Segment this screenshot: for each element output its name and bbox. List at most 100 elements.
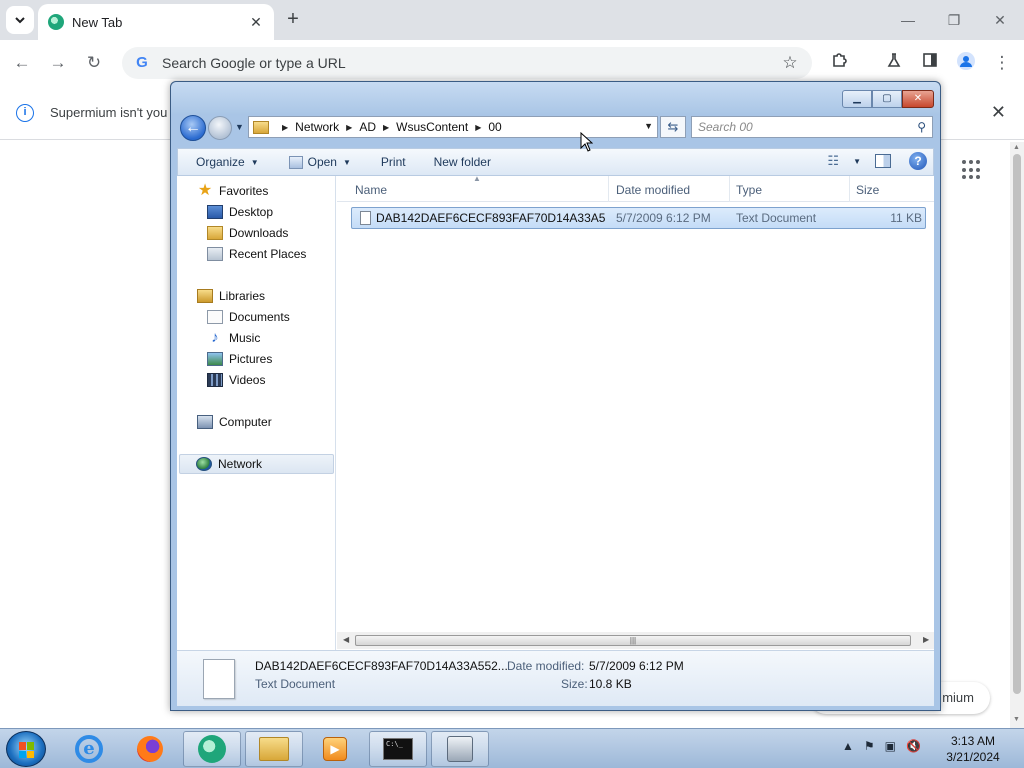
taskbar-program[interactable] bbox=[431, 731, 489, 767]
tab-search-button[interactable] bbox=[6, 6, 34, 34]
omnibox[interactable]: G ☆ bbox=[122, 47, 812, 79]
column-type[interactable]: Type bbox=[730, 176, 850, 202]
back-arrow-icon[interactable]: ← bbox=[10, 51, 34, 75]
nav-label: Libraries bbox=[219, 289, 266, 303]
refresh-icon[interactable]: ⇆ bbox=[660, 116, 686, 138]
nav-network[interactable]: Network bbox=[179, 454, 334, 474]
taskbar: e ▶ C:\_ ▲ ⚑ ▣ 🔇 3:13 AM 3/21/2024 bbox=[0, 728, 1024, 768]
taskbar-firefox[interactable] bbox=[121, 731, 179, 767]
documents-icon bbox=[207, 310, 223, 324]
tab-close-icon[interactable]: ✕ bbox=[248, 14, 264, 30]
taskbar-cmd[interactable]: C:\_ bbox=[369, 731, 427, 767]
star-icon[interactable]: ☆ bbox=[780, 53, 800, 73]
reload-icon[interactable]: ↻ bbox=[82, 51, 106, 75]
show-hidden-icons-icon[interactable]: ▲ bbox=[842, 739, 854, 753]
nav-documents[interactable]: Documents bbox=[207, 307, 290, 327]
column-size[interactable]: Size bbox=[850, 176, 930, 202]
info-icon: i bbox=[16, 103, 34, 122]
computer-icon bbox=[197, 415, 213, 429]
taskbar-explorer[interactable] bbox=[245, 731, 303, 767]
apps-grid-icon[interactable] bbox=[962, 160, 982, 180]
program-icon bbox=[447, 736, 473, 762]
nav-pictures[interactable]: Pictures bbox=[207, 349, 272, 369]
taskbar-media-player[interactable]: ▶ bbox=[306, 731, 364, 767]
print-button[interactable]: Print bbox=[381, 155, 406, 169]
help-icon[interactable]: ? bbox=[909, 152, 927, 170]
kebab-menu-icon[interactable]: ⋮ bbox=[990, 51, 1014, 75]
explorer-minimize-button[interactable]: ▁ bbox=[842, 90, 872, 108]
explorer-search-box[interactable]: ⚲ bbox=[691, 116, 933, 138]
horizontal-scrollbar-thumb[interactable]: ||| bbox=[355, 635, 911, 646]
taskbar-ie[interactable]: e bbox=[60, 731, 118, 767]
breadcrumb-network[interactable]: Network bbox=[295, 120, 339, 134]
taskbar-supermium[interactable] bbox=[183, 731, 241, 767]
forward-arrow-icon[interactable] bbox=[208, 116, 232, 140]
explorer-maximize-button[interactable]: ▢ bbox=[872, 90, 902, 108]
details-date-value: 5/7/2009 6:12 PM bbox=[589, 659, 684, 673]
chevron-right-icon[interactable]: ▶ bbox=[282, 123, 288, 132]
volume-muted-icon[interactable]: 🔇 bbox=[906, 739, 921, 753]
new-tab-button[interactable]: + bbox=[282, 9, 304, 31]
media-player-icon: ▶ bbox=[323, 737, 347, 761]
window-close-icon[interactable]: ✕ bbox=[988, 8, 1012, 32]
folder-icon bbox=[259, 737, 289, 761]
preview-pane-icon[interactable] bbox=[875, 154, 891, 168]
search-icon[interactable]: ⚲ bbox=[917, 120, 926, 134]
action-center-flag-icon[interactable]: ⚑ bbox=[864, 739, 875, 753]
open-button[interactable]: Open ▼ bbox=[288, 155, 351, 169]
column-name[interactable]: Name bbox=[349, 176, 609, 202]
omnibox-input[interactable] bbox=[162, 55, 780, 71]
recent-places-icon bbox=[207, 247, 223, 261]
profile-icon[interactable] bbox=[954, 51, 978, 75]
chevron-right-icon[interactable]: ▶ bbox=[475, 123, 481, 132]
window-restore-icon[interactable]: ❐ bbox=[942, 8, 966, 32]
network-tray-icon[interactable]: ▣ bbox=[885, 739, 896, 753]
explorer-search-input[interactable] bbox=[698, 120, 918, 134]
breadcrumb-00[interactable]: 00 bbox=[488, 120, 501, 134]
organize-button[interactable]: Organize ▼ bbox=[196, 155, 259, 169]
navigation-pane: ★ Favorites Desktop Downloads Recent Pla… bbox=[177, 176, 336, 650]
internet-explorer-icon: e bbox=[75, 735, 103, 763]
nav-downloads[interactable]: Downloads bbox=[207, 223, 288, 243]
explorer-close-button[interactable]: ✕ bbox=[902, 90, 934, 108]
page-scrollbar[interactable]: ▲ ▼ bbox=[1010, 142, 1024, 728]
nav-recent-places[interactable]: Recent Places bbox=[207, 244, 306, 264]
column-date-modified[interactable]: Date modified bbox=[610, 176, 730, 202]
change-view-icon[interactable]: ☷ bbox=[827, 153, 839, 169]
horizontal-scrollbar[interactable]: ◀ ||| ▶ bbox=[337, 632, 934, 649]
file-row[interactable]: DAB142DAEF6CECF893FAF70D14A33A55... 5/7/… bbox=[351, 207, 926, 229]
nav-music[interactable]: ♪ Music bbox=[207, 328, 260, 348]
nav-desktop[interactable]: Desktop bbox=[207, 202, 273, 222]
side-panel-icon[interactable] bbox=[918, 51, 942, 75]
forward-arrow-icon[interactable]: → bbox=[46, 51, 70, 75]
open-icon bbox=[288, 155, 303, 169]
browser-toolbar: ← → ↻ G ☆ ⋮ bbox=[0, 40, 1024, 86]
nav-computer[interactable]: Computer bbox=[197, 412, 272, 432]
recent-pages-dropdown-icon[interactable]: ▼ bbox=[235, 122, 244, 132]
address-dropdown-icon[interactable]: ▼ bbox=[644, 121, 653, 131]
new-folder-button[interactable]: New folder bbox=[434, 155, 491, 169]
puzzle-icon[interactable] bbox=[828, 51, 852, 75]
scroll-left-icon[interactable]: ◀ bbox=[343, 635, 349, 644]
star-icon: ★ bbox=[197, 182, 213, 199]
chevron-right-icon[interactable]: ▶ bbox=[346, 123, 352, 132]
nav-libraries[interactable]: Libraries bbox=[197, 286, 265, 306]
chevron-right-icon[interactable]: ▶ bbox=[383, 123, 389, 132]
details-size-value: 10.8 KB bbox=[589, 677, 632, 691]
breadcrumb-wsuscontent[interactable]: WsusContent bbox=[396, 120, 468, 134]
view-options-dropdown-icon[interactable]: ▼ bbox=[847, 157, 861, 166]
breadcrumb-ad[interactable]: AD bbox=[359, 120, 376, 134]
flask-icon[interactable] bbox=[882, 51, 906, 75]
tab-new-tab[interactable]: New Tab ✕ bbox=[38, 4, 274, 40]
page-scrollbar-thumb[interactable] bbox=[1013, 154, 1021, 694]
window-minimize-icon[interactable]: — bbox=[896, 8, 920, 32]
scroll-right-icon[interactable]: ▶ bbox=[923, 635, 929, 644]
address-bar[interactable]: ▶ Network ▶ AD ▶ WsusContent ▶ 00 ▼ bbox=[248, 116, 658, 138]
nav-favorites[interactable]: ★ Favorites bbox=[197, 181, 269, 201]
taskbar-clock[interactable]: 3:13 AM 3/21/2024 bbox=[940, 733, 1006, 765]
start-button[interactable] bbox=[6, 731, 46, 767]
infobar-close-icon[interactable]: ✕ bbox=[991, 102, 1006, 123]
explorer-titlebar[interactable]: ▁ ▢ ✕ bbox=[171, 82, 940, 114]
nav-videos[interactable]: Videos bbox=[207, 370, 265, 390]
back-arrow-icon[interactable]: ← bbox=[180, 115, 206, 141]
